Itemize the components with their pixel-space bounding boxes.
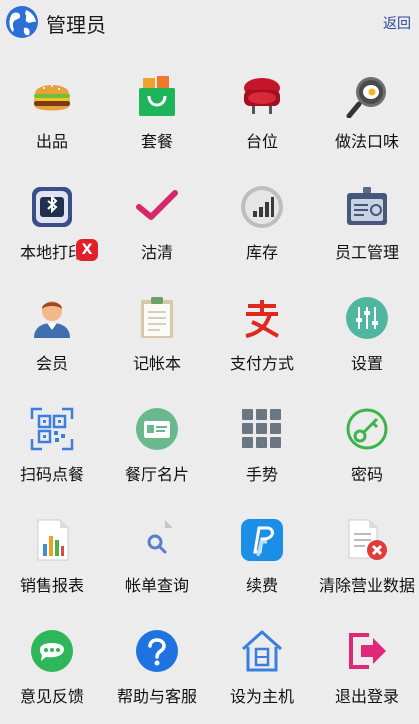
grid-row: 销售报表 帐单查询 续费 清除营业数据 [0, 496, 419, 607]
menu-item-staff[interactable]: 员工管理 [315, 163, 419, 274]
report-icon [30, 518, 74, 562]
menu-item-logout[interactable]: 退出登录 [315, 607, 419, 718]
menu-item-help[interactable]: 帮助与客服 [105, 607, 209, 718]
menu-item-label: 做法口味 [334, 132, 399, 151]
menu-item-gesture[interactable]: 手势 [210, 385, 314, 496]
page-title: 管理员 [46, 13, 106, 37]
menu-item-label: 餐厅名片 [124, 465, 189, 484]
menu-item-label: 会员 [35, 354, 68, 373]
menu-item-label: 密码 [350, 465, 383, 484]
menu-item-bill-search[interactable]: 帐单查询 [105, 496, 209, 607]
search-document-icon [135, 518, 179, 562]
grid-row: 出品 套餐 台位 做法口味 [0, 52, 419, 163]
clipboard-icon [135, 296, 179, 340]
menu-item-label: 帐单查询 [124, 576, 189, 595]
menu-item-label: 清除营业数据 [318, 576, 415, 595]
menu-item-label: 帮助与客服 [116, 687, 197, 706]
menu-item-password[interactable]: 密码 [315, 385, 419, 496]
bluetooth-printer-icon [30, 185, 74, 229]
person-icon [30, 296, 74, 340]
menu-item-label: 意见反馈 [19, 687, 84, 706]
menu-item-tables[interactable]: 台位 [210, 52, 314, 163]
menu-item-label: 手势 [245, 465, 278, 484]
menu-item-label: 设置 [350, 354, 383, 373]
checkmark-icon [135, 185, 179, 229]
menu-item-members[interactable]: 会员 [0, 274, 104, 385]
bar-chart-icon [240, 185, 284, 229]
paypal-icon [240, 518, 284, 562]
menu-item-label: 退出登录 [334, 687, 399, 706]
app-header: 管理员 返回 [0, 0, 419, 44]
hamburger-icon [30, 74, 74, 118]
menu-item-settings[interactable]: 设置 [315, 274, 419, 385]
frying-pan-icon [345, 74, 389, 118]
chat-bubble-icon [30, 629, 74, 673]
menu-item-sales-report[interactable]: 销售报表 [0, 496, 104, 607]
function-grid: 出品 套餐 台位 做法口味 本地打印 X 沽清 库存 员工管理 会员 记帐本 支… [0, 52, 419, 718]
menu-item-clear-data[interactable]: 清除营业数据 [315, 496, 419, 607]
armchair-icon [240, 74, 284, 118]
menu-item-inventory[interactable]: 库存 [210, 163, 314, 274]
grid-row: 会员 记帐本 支付方式 设置 [0, 274, 419, 385]
business-card-icon [135, 407, 179, 451]
menu-item-products[interactable]: 出品 [0, 52, 104, 163]
menu-item-label: 出品 [35, 132, 68, 151]
menu-item-local-print[interactable]: 本地打印 X [0, 163, 104, 274]
menu-item-label: 支付方式 [229, 354, 294, 373]
menu-item-payment[interactable]: 支付方式 [210, 274, 314, 385]
globe-icon [4, 4, 40, 40]
menu-item-scan-order[interactable]: 扫码点餐 [0, 385, 104, 496]
logout-icon [345, 629, 389, 673]
sliders-icon [345, 296, 389, 340]
grid-row: 意见反馈 帮助与客服 设为主机 退出登录 [0, 607, 419, 718]
menu-item-label: 台位 [245, 132, 278, 151]
house-icon [240, 629, 284, 673]
menu-item-label: 员工管理 [334, 243, 399, 262]
menu-item-set-meals[interactable]: 套餐 [105, 52, 209, 163]
menu-item-label: 续费 [245, 576, 278, 595]
menu-item-renewal[interactable]: 续费 [210, 496, 314, 607]
menu-item-label: 扫码点餐 [19, 465, 84, 484]
key-icon [345, 407, 389, 451]
menu-item-business-card[interactable]: 餐厅名片 [105, 385, 209, 496]
alipay-icon [240, 296, 284, 340]
close-badge-icon[interactable]: X [76, 239, 98, 261]
shopping-bag-icon [135, 74, 179, 118]
menu-item-sold-out[interactable]: 沽清 [105, 163, 209, 274]
grid-row: 本地打印 X 沽清 库存 员工管理 [0, 163, 419, 274]
grid-dots-icon [240, 407, 284, 451]
delete-document-icon [345, 518, 389, 562]
menu-item-set-host[interactable]: 设为主机 [210, 607, 314, 718]
menu-item-feedback[interactable]: 意见反馈 [0, 607, 104, 718]
qr-code-icon [30, 407, 74, 451]
menu-item-label: 套餐 [140, 132, 173, 151]
menu-item-label: 设为主机 [229, 687, 294, 706]
id-badge-icon [345, 185, 389, 229]
help-icon [135, 629, 179, 673]
menu-item-label: 库存 [245, 243, 278, 262]
grid-row: 扫码点餐 餐厅名片 手势 密码 [0, 385, 419, 496]
menu-item-label: 销售报表 [19, 576, 84, 595]
menu-item-label: 沽清 [140, 243, 173, 262]
back-button[interactable]: 返回 [383, 13, 411, 33]
menu-item-ledger[interactable]: 记帐本 [105, 274, 209, 385]
menu-item-label: 记帐本 [132, 354, 181, 373]
menu-item-cooking-flavors[interactable]: 做法口味 [315, 52, 419, 163]
